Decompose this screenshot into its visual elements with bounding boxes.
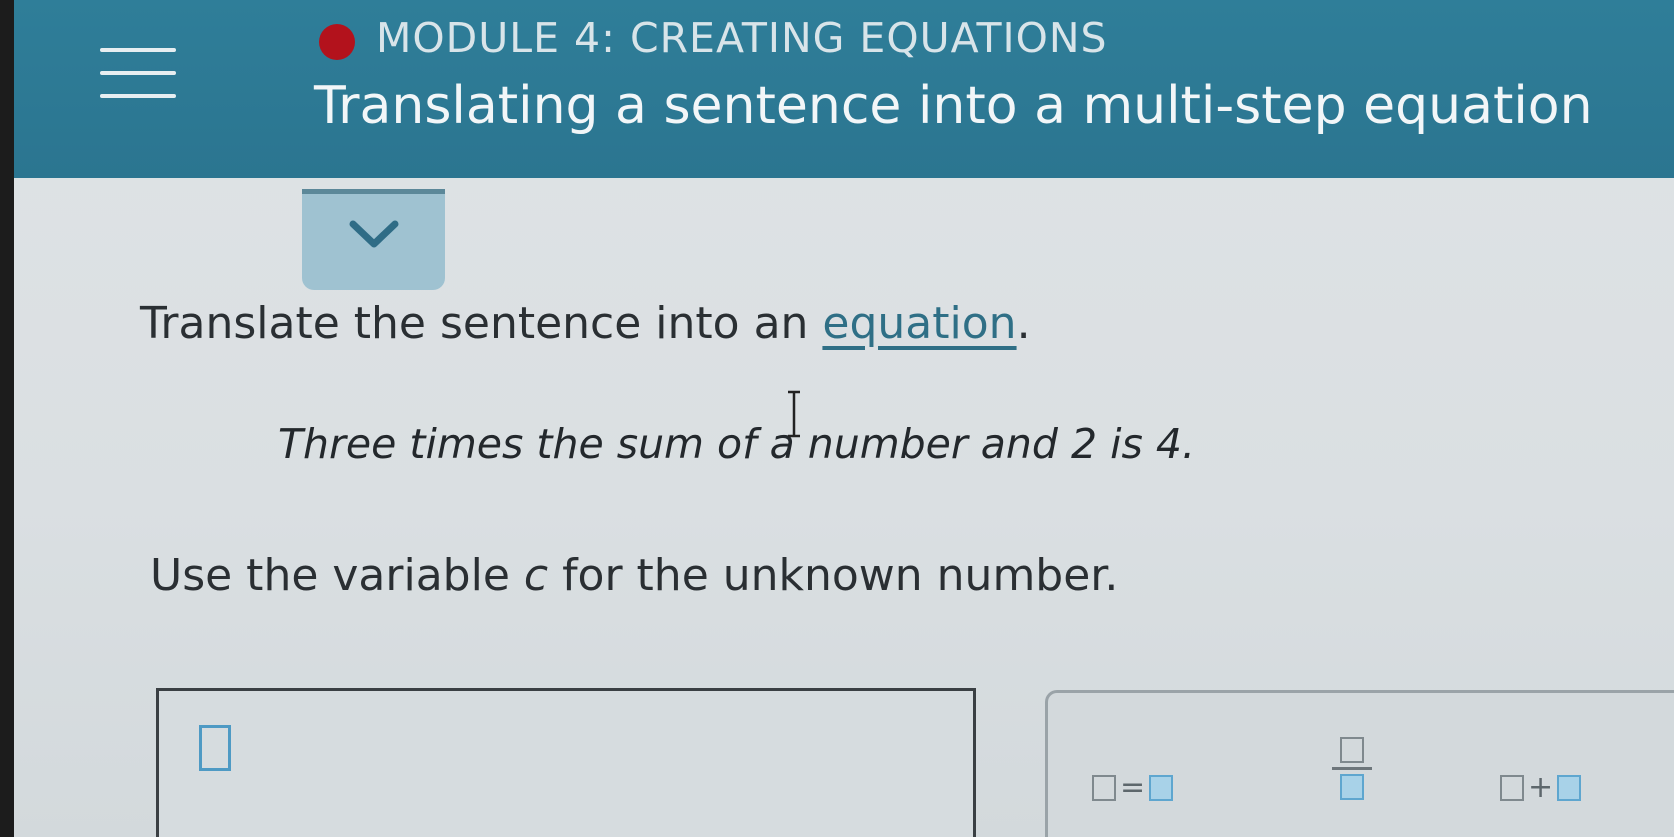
- variable-instruction: Use the variable c for the unknown numbe…: [150, 550, 1118, 601]
- filled-box-icon: [1149, 775, 1174, 801]
- empty-box-icon: [1500, 775, 1524, 801]
- header-bar: MODULE 4: CREATING EQUATIONS Translating…: [14, 0, 1674, 178]
- numerator-box-icon: [1340, 737, 1364, 763]
- variable-suffix: for the unknown number.: [548, 550, 1119, 601]
- collapse-toggle-button[interactable]: [302, 189, 445, 290]
- filled-box-icon: [1557, 775, 1582, 801]
- fraction-bar: [1332, 767, 1372, 770]
- module-label: MODULE 4: CREATING EQUATIONS: [376, 14, 1108, 62]
- hamburger-menu-icon[interactable]: [100, 48, 176, 100]
- equals-symbol: =: [1120, 770, 1146, 805]
- fraction-template-button[interactable]: [1332, 737, 1372, 800]
- text-cursor-icon: [788, 390, 800, 438]
- topic-title: Translating a sentence into a multi-step…: [314, 76, 1593, 136]
- equals-template-button[interactable]: =: [1092, 770, 1174, 805]
- instruction-suffix: .: [1016, 298, 1031, 349]
- chevron-down-icon: [349, 220, 399, 248]
- equation-link[interactable]: equation: [822, 298, 1016, 349]
- math-keypad: = +: [1045, 690, 1674, 837]
- instruction-prefix: Translate the sentence into an: [140, 298, 823, 349]
- variable-name: c: [523, 550, 549, 601]
- answer-input[interactable]: [156, 688, 976, 837]
- plus-template-button[interactable]: +: [1500, 770, 1582, 805]
- plus-symbol: +: [1528, 770, 1554, 805]
- variable-prefix: Use the variable: [150, 550, 524, 601]
- screen-bezel: [0, 0, 14, 837]
- instruction-text: Translate the sentence into an equation.: [140, 298, 1031, 349]
- denominator-box-icon: [1340, 774, 1364, 800]
- answer-placeholder-slot[interactable]: [199, 725, 231, 771]
- empty-box-icon: [1092, 775, 1116, 801]
- status-dot-icon: [319, 24, 355, 60]
- problem-sentence: Three times the sum of a number and 2 is…: [278, 420, 1195, 468]
- aleks-page: MODULE 4: CREATING EQUATIONS Translating…: [0, 0, 1674, 837]
